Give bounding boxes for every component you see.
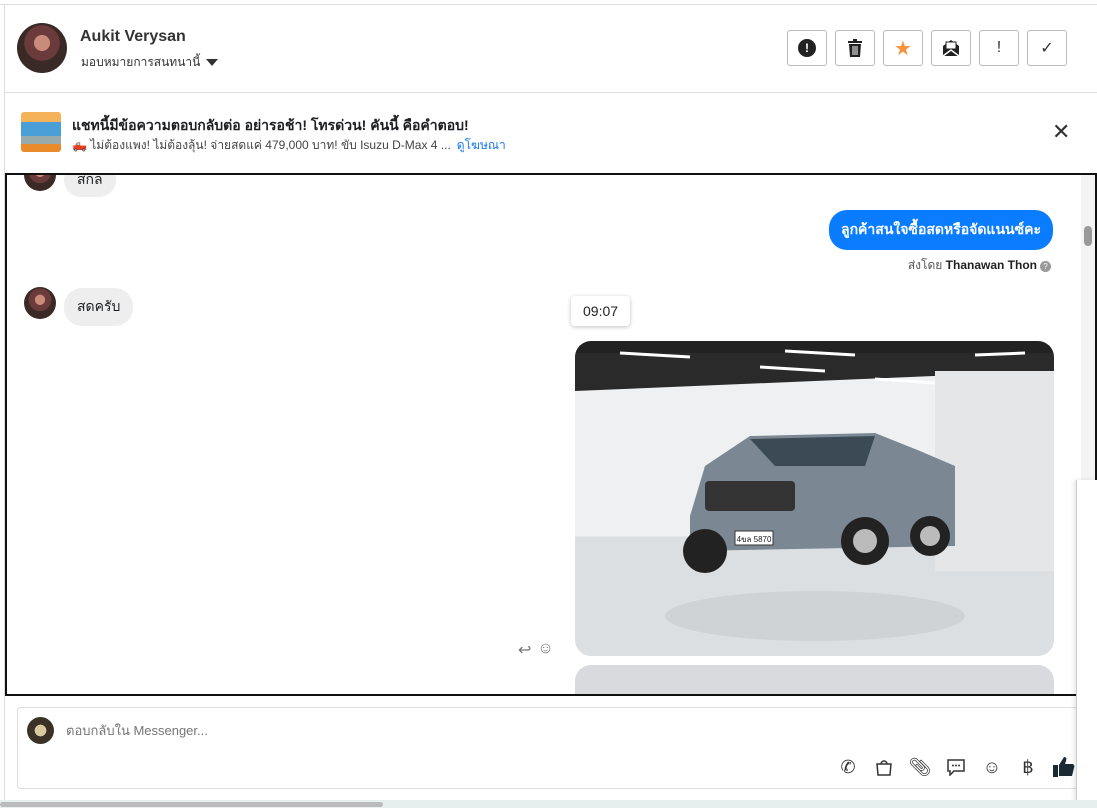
avatar (24, 175, 56, 191)
caret-down-icon (206, 59, 219, 66)
ad-thumbnail[interactable] (21, 112, 61, 152)
scrollbar-thumb[interactable] (0, 802, 383, 807)
saved-replies-icon[interactable] (944, 755, 968, 779)
timestamp-tooltip: 09:07 (571, 296, 631, 326)
react-emoji-icon[interactable]: ☺ (537, 640, 553, 660)
side-panel (1076, 480, 1097, 808)
car-photo[interactable] (575, 665, 1054, 694)
reply-input[interactable] (66, 723, 666, 738)
message-thread: สกล ลูกค้าสนใจซื้อสดหรือจัดแนนซ์คะ ส่งโด… (5, 173, 1097, 696)
important-button[interactable]: ! (979, 30, 1019, 66)
star-button[interactable]: ★ (883, 30, 923, 66)
paperclip-icon[interactable]: 📎︎ (908, 755, 932, 779)
assign-label: มอบหมายการสนทนานี้ (81, 55, 201, 69)
composer-tools: ✆ 📎︎ ☺ ฿ (836, 755, 1076, 779)
message-actions: ↩ ☺ (518, 640, 554, 660)
assign-conversation-dropdown[interactable]: มอบหมายการสนทนานี้ (81, 53, 219, 72)
sent-by-label: ส่งโดย Thanawan Thon? (908, 256, 1051, 275)
ad-subtitle-text: 🛻 ไม่ต้องแพง! ไม่ต้องลุ้น! จ่ายสดแค่ 479… (72, 138, 451, 152)
outgoing-message: ลูกค้าสนใจซื้อสดหรือจัดแนนซ์คะ (829, 210, 1053, 250)
reply-icon[interactable]: ↩ (518, 640, 531, 660)
shopping-bag-icon[interactable] (872, 755, 896, 779)
trash-icon (848, 39, 862, 57)
thumbs-up-icon[interactable] (1052, 755, 1076, 779)
help-icon[interactable]: ? (1040, 261, 1051, 272)
license-plate: 4ขล 5870 (737, 535, 772, 544)
scrollbar-thumb[interactable] (1084, 226, 1092, 246)
header-actions: ! ★ ! ✓ (787, 30, 1067, 66)
incoming-message: สกล (64, 175, 116, 197)
view-ad-link[interactable]: ดูโฆษณา (457, 138, 506, 152)
contact-name[interactable]: Aukit Verysan (80, 28, 186, 46)
emoji-icon[interactable]: ☺ (980, 755, 1004, 779)
ad-subtitle: 🛻 ไม่ต้องแพง! ไม่ต้องลุ้น! จ่ายสดแค่ 479… (72, 136, 506, 155)
incoming-message: สดครับ (64, 288, 134, 326)
close-icon[interactable]: ✕ (1052, 121, 1070, 143)
call-add-icon[interactable]: ✆ (836, 755, 860, 779)
avatar (24, 287, 56, 319)
message-composer: ✆ 📎︎ ☺ ฿ (17, 707, 1097, 789)
check-icon: ✓ (1040, 40, 1054, 57)
star-icon: ★ (894, 37, 912, 60)
sent-by-prefix: ส่งโดย (907, 258, 943, 272)
envelope-open-icon (942, 40, 960, 57)
car-image: 4ขล 5870 (575, 349, 1054, 641)
ad-banner: แชทนี้มีข้อความตอบกลับต่อ อย่ารอช้า! โทร… (5, 93, 1097, 173)
payment-icon[interactable]: ฿ (1016, 755, 1040, 779)
exclamation-icon: ! (996, 39, 1002, 56)
spam-button[interactable]: ! (787, 30, 827, 66)
avatar[interactable] (17, 23, 67, 73)
alert-circle-icon: ! (798, 39, 816, 57)
mark-unread-button[interactable] (931, 30, 971, 66)
car-photo[interactable]: 4ขล 5870 (575, 341, 1054, 656)
sender-name: Thanawan Thon (945, 258, 1037, 272)
done-button[interactable]: ✓ (1027, 30, 1067, 66)
page-avatar (27, 717, 54, 744)
ad-title: แชทนี้มีข้อความตอบกลับต่อ อย่ารอช้า! โทร… (72, 117, 469, 133)
delete-button[interactable] (835, 30, 875, 66)
conversation-header: Aukit Verysan มอบหมายการสนทนานี้ ! ★ ! ✓ (5, 5, 1097, 93)
